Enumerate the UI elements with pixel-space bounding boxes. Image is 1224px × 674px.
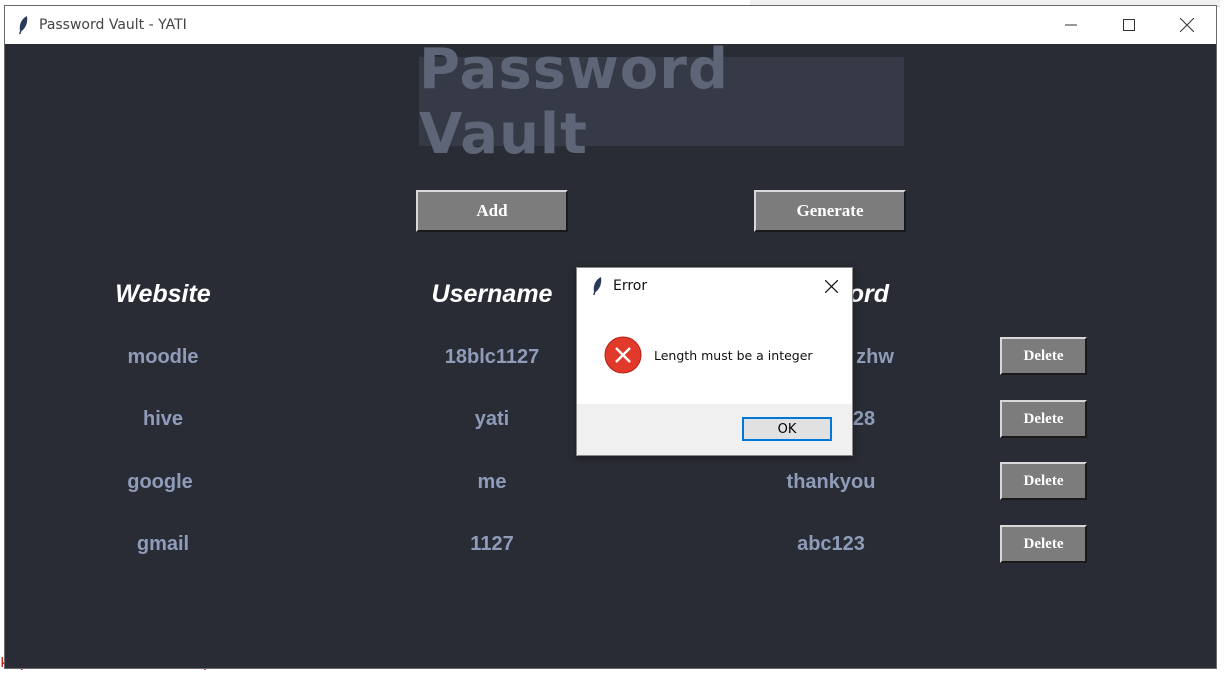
page-title: Password Vault	[419, 36, 729, 167]
close-icon	[824, 279, 838, 293]
dialog-title: Error	[613, 278, 648, 294]
row-password: thankyou	[786, 471, 876, 493]
row-password: 28	[852, 408, 876, 430]
minimize-button[interactable]	[1042, 6, 1100, 44]
dialog-close-button[interactable]	[816, 272, 846, 300]
window-title: Password Vault - YATI	[39, 17, 187, 33]
feather-icon	[17, 15, 31, 35]
add-button[interactable]: Add	[416, 190, 568, 232]
minimize-icon	[1065, 24, 1077, 26]
row-website: moodle	[127, 346, 199, 368]
error-icon	[604, 336, 642, 374]
row-website: google	[127, 471, 193, 493]
row-password: zhw	[856, 346, 894, 368]
row-password: abc123	[797, 533, 865, 555]
column-header-username: Username	[431, 280, 553, 308]
row-website: hive	[142, 408, 184, 430]
dialog-body: Length must be a integer	[577, 304, 852, 404]
generate-button[interactable]: Generate	[754, 190, 906, 232]
row-website: gmail	[136, 533, 190, 555]
delete-button[interactable]: Delete	[1000, 525, 1087, 563]
close-icon	[1180, 18, 1194, 32]
delete-button[interactable]: Delete	[1000, 462, 1087, 500]
maximize-icon	[1123, 19, 1135, 31]
column-header-website: Website	[115, 280, 211, 308]
ok-button[interactable]: OK	[742, 417, 832, 441]
delete-button[interactable]: Delete	[1000, 400, 1087, 438]
maximize-button[interactable]	[1100, 6, 1158, 44]
row-username: 18blc1127	[444, 346, 540, 368]
heading-panel: Password Vault	[419, 36, 904, 167]
error-dialog: Error Length must be a integer OK	[576, 267, 853, 456]
row-username: me	[477, 471, 507, 493]
dialog-message: Length must be a integer	[654, 348, 813, 363]
row-username: 1127	[470, 533, 514, 555]
feather-icon	[591, 276, 605, 296]
close-button[interactable]	[1158, 6, 1216, 44]
row-username: yati	[474, 408, 510, 430]
dialog-title-bar: Error	[577, 268, 852, 304]
delete-button[interactable]: Delete	[1000, 337, 1087, 375]
dialog-footer: OK	[577, 404, 852, 455]
